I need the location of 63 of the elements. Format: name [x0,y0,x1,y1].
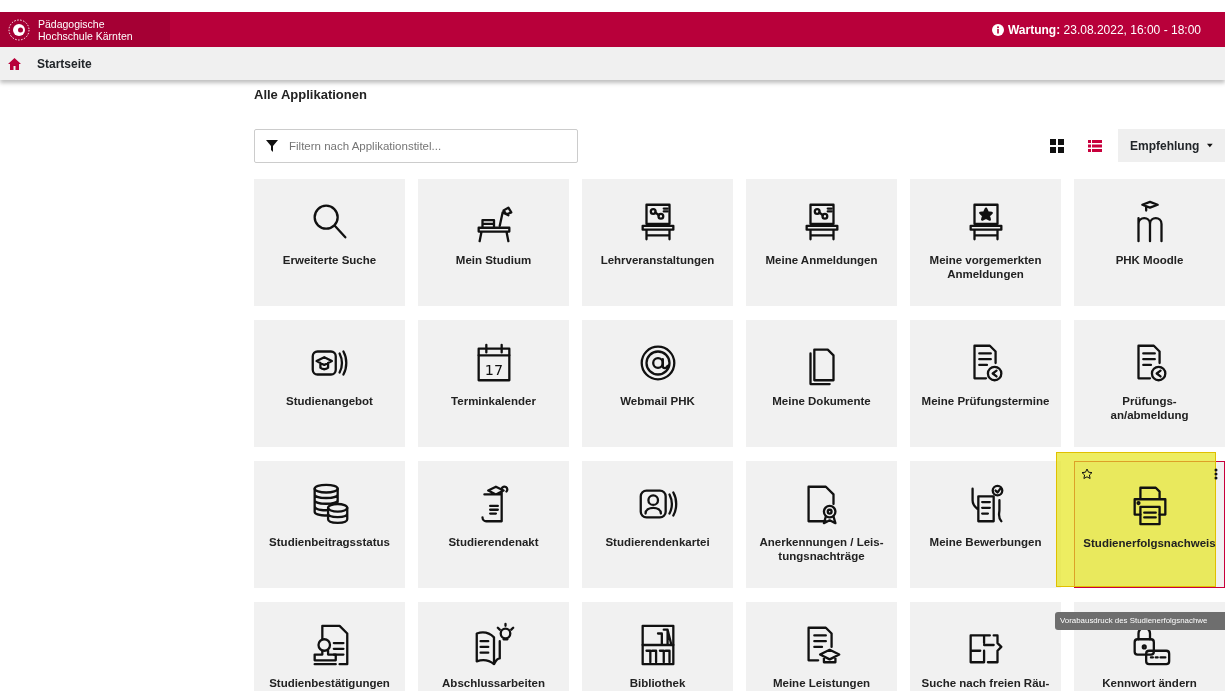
tile-label: Bibliothek [628,675,687,690]
home-icon[interactable] [8,57,21,70]
app-tile[interactable]: Webmail PHK [582,319,733,447]
app-tile[interactable]: Bibliothek [582,601,733,691]
more-options-icon[interactable] [1214,467,1218,480]
app-tile[interactable]: Anerkennungen / Leis- tungsnachträge [746,460,897,588]
tile-label: Studierendenakt [447,534,540,549]
tile-label: Lehrveranstaltungen [599,252,716,267]
app-tile[interactable]: Studienbeitragsstatus [254,460,405,588]
filter-icon [266,139,278,152]
tile-label: Kennwort ändern [1101,675,1198,690]
app-tile[interactable]: Mein Studium [418,178,569,306]
app-tile[interactable]: Prüfungs- an/abmeldung [1074,319,1225,447]
caret-icon [1207,143,1213,148]
page-heading: Alle Applikationen [254,86,368,104]
maintenance-notice: Wartung: 23.08.2022, 16:00 - 18:00 [1008,21,1201,39]
tile-label: Meine vorgemerkten Anmeldungen [928,252,1043,281]
app-tile[interactable]: Suche nach freien Räu- [910,601,1061,691]
app-tile[interactable]: Meine Bewerbungen [910,460,1061,588]
grid-view-icon[interactable] [1050,138,1064,153]
tile-label: Studienbestätigungen [268,675,391,690]
tile-label: PHK Moodle [1114,252,1185,267]
tile-label: Anerkennungen / Leis- tungsnachträge [758,534,885,563]
tile-label: Prüfungs- an/abmeldung [1109,393,1190,422]
tile-label: Meine Prüfungstermine [920,393,1051,408]
app-tile[interactable]: Erweiterte Suche [254,178,405,306]
app-tile[interactable]: Meine vorgemerkten Anmeldungen [910,178,1061,306]
app-tile[interactable]: Studienangebot [254,319,405,447]
app-tile[interactable]: Studienbestätigungen [254,601,405,691]
tile-label: Erweiterte Suche [281,252,378,267]
tile-label: Abschlussarbeiten [441,675,546,690]
app-tile[interactable]: PHK Moodle [1074,178,1225,306]
tile-label: Terminkalender [450,393,537,408]
app-tile[interactable]: Meine Prüfungstermine [910,319,1061,447]
tile-label: Meine Anmeldungen [764,252,879,267]
filter-field[interactable]: Filtern nach Applikationstitel... [254,128,578,163]
app-tile[interactable]: Studierendenkartei [582,460,733,588]
tile-label: Studienerfolgsnachweis [1082,535,1217,550]
tile-label: Webmail PHK [619,393,696,408]
home-link[interactable]: Startseite [37,54,92,73]
info-icon [992,23,1004,36]
app-tile[interactable]: Abschlussarbeiten [418,601,569,691]
app-tile[interactable]: Meine Anmeldungen [746,178,897,306]
logo-panel[interactable]: Pädagogische Hochschule Kärnten [0,12,170,47]
list-view-icon[interactable] [1088,138,1102,153]
tile-label: Suche nach freien Räu- [920,675,1051,690]
brand-name: Pädagogische [38,17,106,30]
app-tile[interactable]: 17 Terminkalender [418,319,569,447]
app-tile[interactable]: Studierendenakt [418,460,569,588]
app-tile[interactable]: Meine Leistungen [746,601,897,691]
tile-label: Studienangebot [285,393,374,408]
sort-dropdown[interactable]: Empfehlung [1118,129,1225,162]
tile-label: Meine Bewerbungen [928,534,1043,549]
tile-label: Mein Studium [454,252,533,267]
star-icon[interactable] [1081,467,1093,480]
logo-icon [8,18,30,41]
tile-label: Meine Leistungen [771,675,872,690]
brand-name: Hochschule Kärnten [38,29,133,42]
tile-label: Meine Dokumente [771,393,872,408]
tile-label: Studienbeitragsstatus [268,534,391,549]
app-tile[interactable]: Meine Dokumente [746,319,897,447]
app-tile[interactable]: Lehrveranstaltungen [582,178,733,306]
tile-label: Studierendenkartei [604,534,711,549]
